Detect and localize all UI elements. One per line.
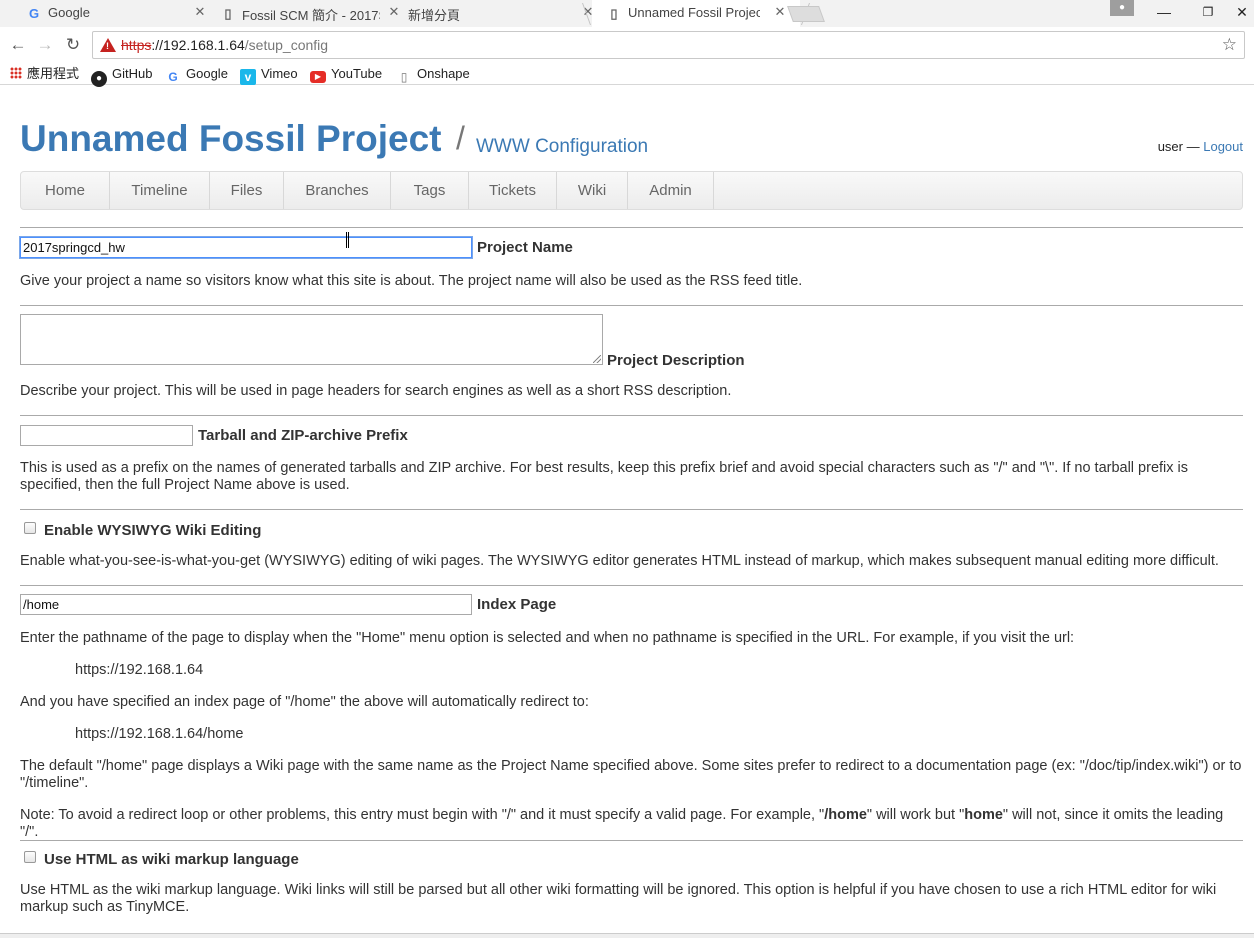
- page-title: WWW Configuration: [476, 136, 649, 157]
- browser-tab-strip: G Google ✕ ▯ Fossil SCM 簡介 - 2017S ✕ 新增分…: [0, 0, 1254, 27]
- menu-admin[interactable]: Admin: [628, 172, 714, 209]
- index-page-redirect-text: And you have specified an index page of …: [20, 694, 589, 710]
- reload-icon[interactable]: ↻: [62, 34, 84, 56]
- bookmark-vimeo[interactable]: v Vimeo: [240, 65, 298, 85]
- bookmark-apps[interactable]: 應用程式: [10, 65, 79, 83]
- project-name-description: Give your project a name so visitors kno…: [20, 273, 803, 289]
- vimeo-icon: v: [240, 69, 256, 85]
- tarball-prefix-label: Tarball and ZIP-archive Prefix: [198, 427, 408, 444]
- text-cursor-icon: [346, 232, 349, 248]
- restore-button[interactable]: ❐: [1186, 0, 1230, 24]
- bookmarks-bar: 應用程式 ● GitHub G Google v Vimeo ▶ YouTube ▯ On…: [0, 63, 1254, 87]
- page-header: Unnamed Fossil Project / WWW Configurati…: [20, 118, 1243, 160]
- bookmark-youtube[interactable]: ▶ YouTube: [310, 65, 382, 83]
- tab-new-tab[interactable]: 新增分頁 ✕: [400, 0, 608, 27]
- bookmark-github[interactable]: ● GitHub: [91, 65, 152, 87]
- profile-icon[interactable]: ●: [1110, 0, 1134, 16]
- wysiwyg-checkbox[interactable]: [24, 522, 36, 534]
- tab-title: Unnamed Fossil Project: [628, 5, 760, 20]
- address-bar[interactable]: ! https://192.168.1.64/setup_config ☆: [92, 31, 1245, 59]
- bookmark-google[interactable]: G Google: [165, 65, 228, 84]
- index-page-label: Index Page: [477, 596, 557, 613]
- index-page-note: Note: To avoid a redirect loop or other …: [20, 807, 1224, 840]
- document-icon: ▯: [400, 70, 408, 84]
- tab-unnamed-fossil-project[interactable]: ▯ Unnamed Fossil Project ✕: [581, 0, 811, 27]
- project-description-label: Project Description: [607, 352, 745, 369]
- project-description-help: Describe your project. This will be used…: [20, 383, 732, 399]
- html-markup-label[interactable]: Use HTML as wiki markup language: [44, 851, 299, 868]
- index-page-input[interactable]: [20, 594, 472, 615]
- apps-icon: [10, 67, 22, 79]
- google-icon: G: [168, 70, 178, 84]
- menu-wiki[interactable]: Wiki: [557, 172, 628, 209]
- document-icon: ▯: [224, 6, 232, 21]
- back-arrow-icon[interactable]: ←: [7, 34, 29, 56]
- html-markup-description: Use HTML as the wiki markup language. Wi…: [20, 882, 1217, 915]
- divider: [20, 305, 1243, 306]
- wysiwyg-description: Enable what-you-see-is-what-you-get (WYS…: [20, 553, 1219, 569]
- youtube-icon: ▶: [310, 71, 326, 83]
- resize-handle-icon[interactable]: [593, 355, 601, 363]
- close-window-button[interactable]: ✕: [1230, 0, 1254, 24]
- tab-title: Fossil SCM 簡介 - 2017S: [242, 8, 380, 23]
- main-menu: Home Timeline Files Branches Tags Ticket…: [20, 171, 1243, 210]
- tab-title: 新增分頁: [408, 8, 461, 23]
- index-page-default-text: The default "/home" page displays a Wiki…: [20, 758, 1242, 791]
- html-markup-checkbox[interactable]: [24, 851, 36, 863]
- divider: [20, 227, 1243, 228]
- title-separator: /: [456, 120, 465, 156]
- menu-tickets[interactable]: Tickets: [469, 172, 557, 209]
- example-url: https://192.168.1.64: [75, 662, 204, 678]
- tarball-prefix-description: This is used as a prefix on the names of…: [20, 460, 1189, 493]
- menu-files[interactable]: Files: [210, 172, 284, 209]
- logout-link[interactable]: Logout: [1203, 139, 1243, 154]
- menu-home[interactable]: Home: [21, 172, 110, 209]
- bookmark-onshape[interactable]: ▯ Onshape: [396, 65, 470, 84]
- close-icon[interactable]: ✕: [772, 4, 788, 20]
- minimize-button[interactable]: —: [1142, 0, 1186, 24]
- tab-title: Google: [48, 5, 90, 20]
- menu-timeline[interactable]: Timeline: [110, 172, 210, 209]
- project-name-label: Project Name: [477, 239, 573, 256]
- divider: [20, 415, 1243, 416]
- divider: [20, 840, 1243, 841]
- wysiwyg-label[interactable]: Enable WYSIWYG Wiki Editing: [44, 522, 261, 539]
- project-name-input[interactable]: [20, 237, 472, 258]
- browser-toolbar: ← → ↻ ! https://192.168.1.64/setup_confi…: [0, 27, 1254, 63]
- not-secure-warning-icon[interactable]: !: [100, 38, 116, 52]
- menu-branches[interactable]: Branches: [284, 172, 391, 209]
- index-page-description: Enter the pathname of the page to displa…: [20, 630, 1075, 646]
- project-title[interactable]: Unnamed Fossil Project: [20, 118, 442, 160]
- new-tab-button[interactable]: [787, 6, 825, 22]
- divider: [20, 585, 1243, 586]
- horizontal-scrollbar[interactable]: [0, 933, 1254, 938]
- document-icon: ▯: [610, 6, 618, 21]
- divider: [20, 509, 1243, 510]
- bookmark-star-icon[interactable]: ☆: [1222, 35, 1237, 55]
- google-g-icon: G: [28, 6, 40, 21]
- github-icon: ●: [91, 71, 107, 87]
- tarball-prefix-input[interactable]: [20, 425, 193, 446]
- project-description-textarea[interactable]: [20, 314, 603, 365]
- menu-tags[interactable]: Tags: [391, 172, 469, 209]
- username: user —: [1157, 139, 1200, 154]
- address-url[interactable]: https://192.168.1.64/setup_config: [121, 37, 328, 53]
- example-redirect-url: https://192.168.1.64/home: [75, 726, 244, 742]
- tab-google[interactable]: G Google ✕: [12, 0, 231, 27]
- forward-arrow-icon[interactable]: →: [34, 34, 56, 56]
- tab-fossil-scm[interactable]: ▯ Fossil SCM 簡介 - 2017S ✕: [206, 0, 425, 27]
- login-status: user — Logout: [1158, 139, 1243, 154]
